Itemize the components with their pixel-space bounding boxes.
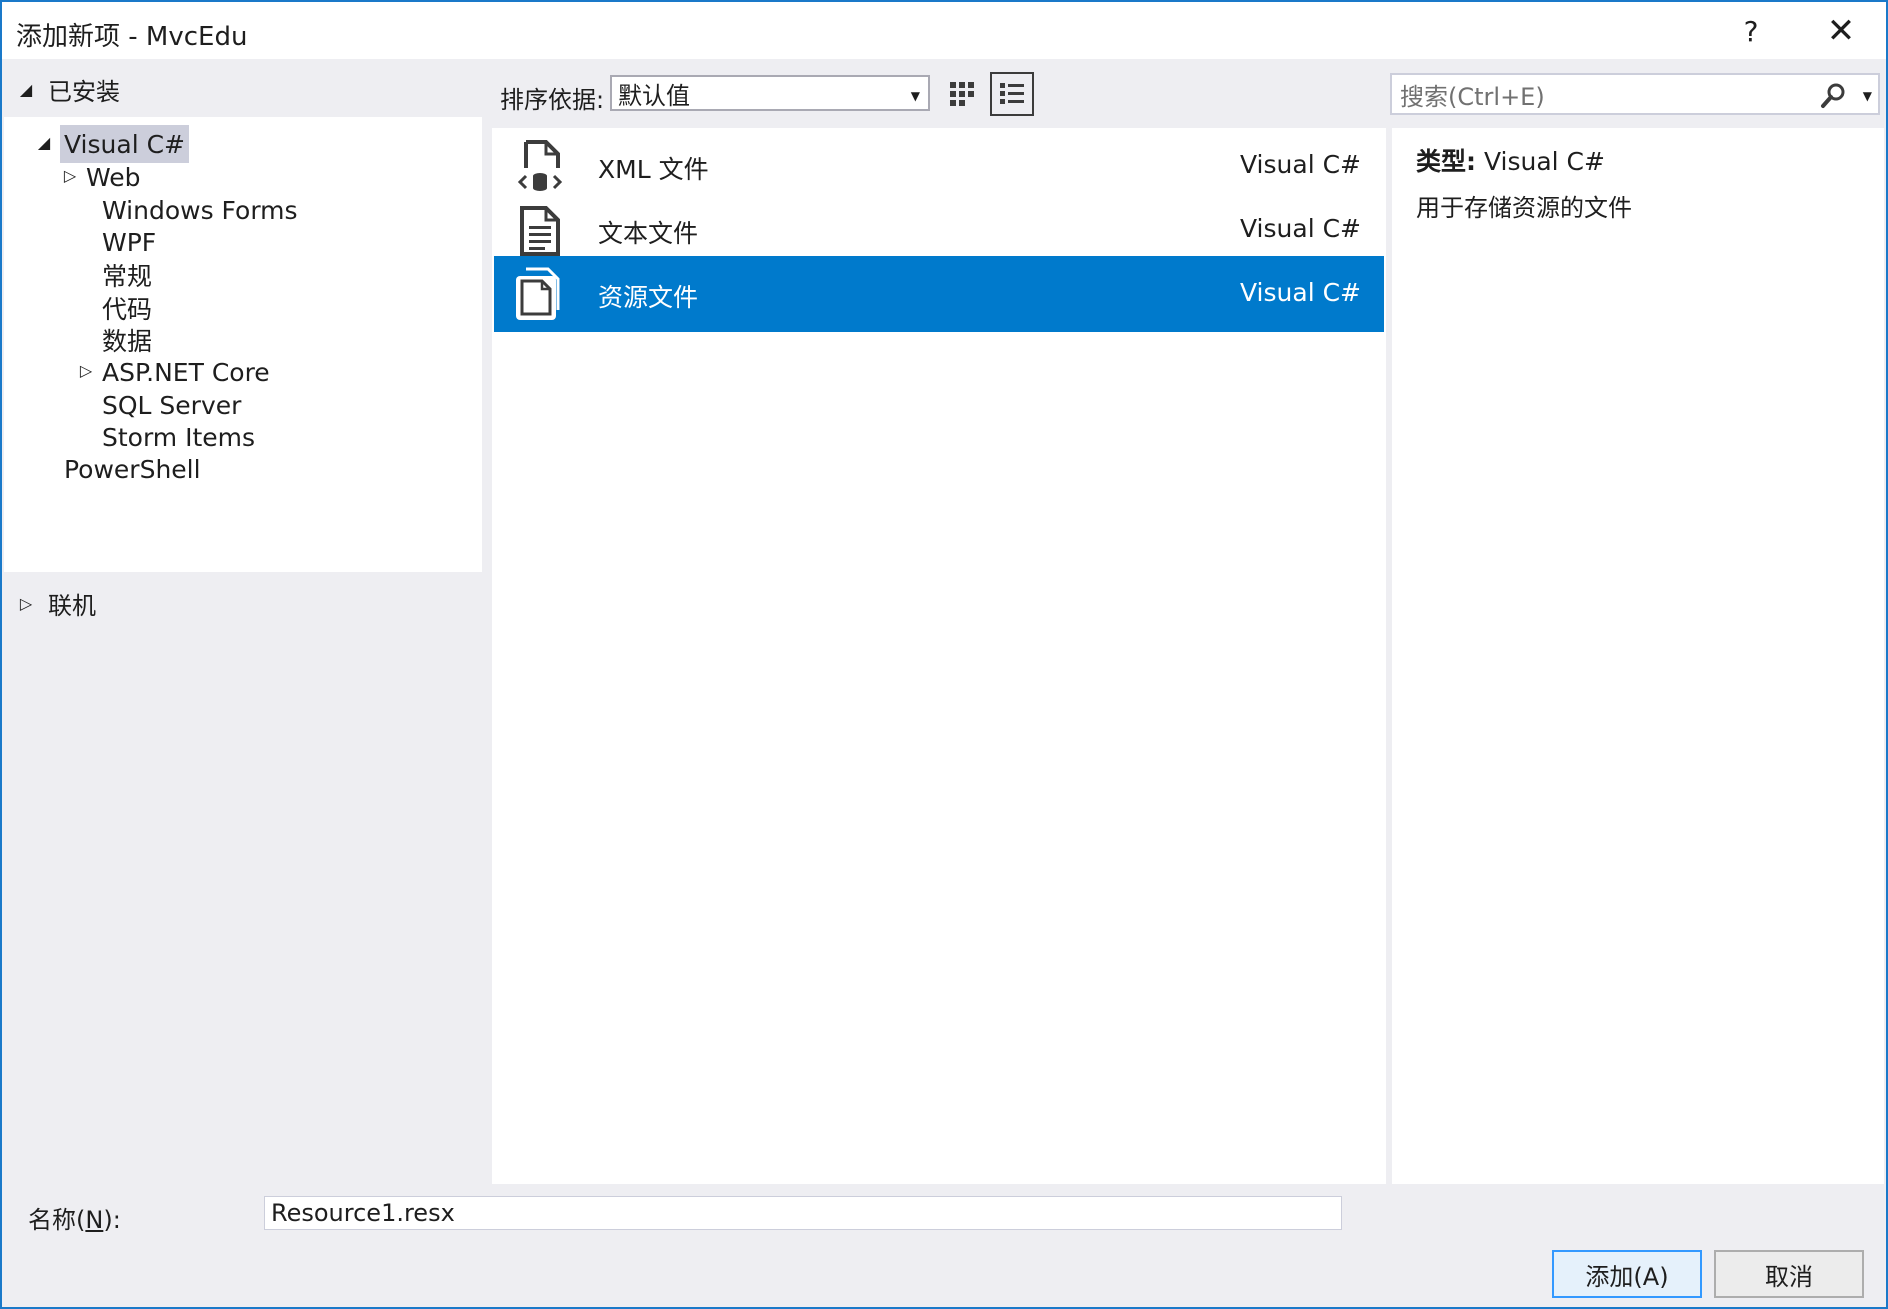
tree-item-label: 常规 [102,262,153,291]
sort-value: 默认值 [618,81,690,110]
list-view-icon [1000,83,1024,104]
details-type-label: 类型: [1416,147,1476,176]
grid-view-button[interactable] [940,72,984,116]
template-item-name: 文本文件 [598,219,699,248]
name-label-prefix: 名称( [28,1206,86,1234]
tree-item-label: Web [86,162,141,192]
search-input[interactable]: 搜索(Ctrl+E) ▼ [1390,73,1880,115]
tree-item-label: WPF [102,227,157,257]
collapse-triangle-icon: ◢ [19,79,33,99]
template-item-language: Visual C# [1240,150,1361,179]
installed-label: 已安装 [48,77,120,106]
grid-view-icon [950,82,974,106]
template-item-language: Visual C# [1240,278,1361,307]
list-view-button[interactable] [990,72,1034,116]
template-item-name: XML 文件 [598,155,709,184]
text-file-icon [520,206,560,256]
cancel-button[interactable]: 取消 [1714,1250,1864,1298]
expand-triangle-icon: ▷ [63,166,77,185]
tree-item-label: Storm Items [102,422,256,452]
details-description: 用于存储资源的文件 [1416,194,1632,222]
template-item-name: 资源文件 [598,283,699,312]
template-list: XML 文件 Visual C# 文本文件 Visual C# 资源文件 Vis… [492,128,1386,1184]
help-button[interactable]: ? [1716,8,1786,54]
window-title: 添加新项 - MvcEdu [16,22,248,52]
online-label: 联机 [48,591,96,620]
add-button[interactable]: 添加(A) [1552,1250,1702,1298]
expand-triangle-icon: ▷ [79,361,93,380]
details-type-value: Visual C# [1483,147,1605,176]
name-label-accesskey: N [85,1206,104,1234]
tree-item-label: SQL Server [102,390,242,420]
chevron-down-icon[interactable]: ▼ [1863,89,1872,103]
online-header[interactable]: ▷ 联机 [4,575,482,631]
tree-item-label: Windows Forms [102,195,298,225]
tree-item-label: Visual C# [64,129,185,159]
details-type: 类型: Visual C# [1416,142,1605,178]
resource-file-icon [516,267,560,320]
sort-label: 排序依据: [500,86,605,114]
add-new-item-dialog: 添加新项 - MvcEdu ? ✕ ◢ 已安装 ◢ Visual C# ▷ We… [0,0,1888,1309]
tree-item-label: ASP.NET Core [102,357,270,387]
close-button[interactable]: ✕ [1806,8,1876,54]
chevron-down-icon: ▼ [910,89,920,103]
template-item-language: Visual C# [1240,214,1361,243]
template-item-resource-file[interactable]: 资源文件 Visual C# [494,256,1384,332]
search-icon [1821,83,1845,108]
sort-dropdown[interactable]: 默认值 ▼ [610,75,930,111]
template-categories-panel: ◢ 已安装 ◢ Visual C# ▷ Web Windows Forms WP… [4,59,482,1184]
tree-item-label: PowerShell [64,454,201,484]
installed-header[interactable]: ◢ 已安装 [4,61,482,117]
category-tree: ◢ Visual C# ▷ Web Windows Forms WPF 常规 代… [4,117,482,572]
name-field[interactable]: Resource1.resx [264,1196,1342,1230]
collapse-triangle-icon: ◢ [37,133,51,152]
xml-file-icon [517,140,563,191]
expand-triangle-icon: ▷ [19,593,33,613]
search-placeholder: 搜索(Ctrl+E) [1400,82,1545,111]
name-label-suffix: ): [103,1206,121,1234]
tree-item-powershell[interactable]: PowerShell [64,450,201,488]
title-bar: 添加新项 - MvcEdu ? ✕ [2,2,1886,59]
details-panel: 类型: Visual C# 用于存储资源的文件 [1390,128,1884,1184]
name-label: 名称(N): [28,1200,121,1235]
